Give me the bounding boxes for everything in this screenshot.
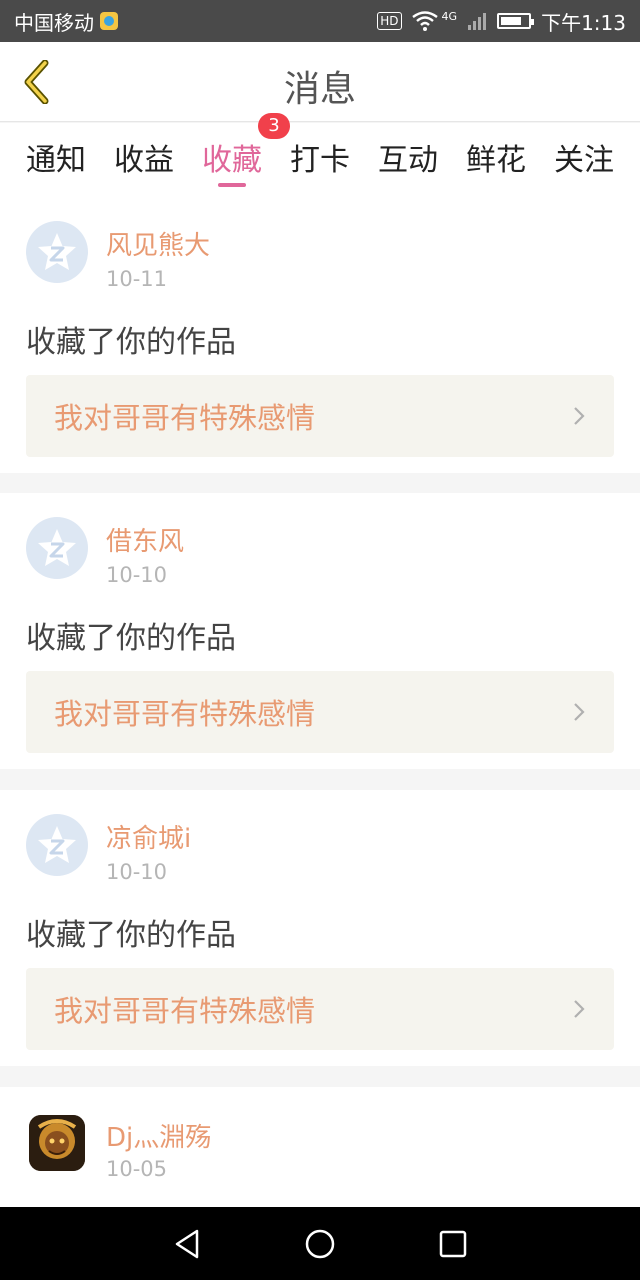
chevron-right-icon — [574, 407, 585, 425]
nav-home-button[interactable] — [300, 1224, 340, 1264]
carrier-name: 中国移动 — [14, 10, 94, 35]
tab-label: 互动 — [378, 143, 438, 178]
chevron-right-icon — [574, 1000, 585, 1018]
tab-label: 收藏 — [202, 143, 262, 178]
system-navigation-bar — [0, 1207, 640, 1280]
tab-label: 通知 — [26, 143, 86, 178]
message-card: 风见熊大 10-11 收藏了你的作品 我对哥哥有特殊感情 — [0, 197, 640, 473]
work-link[interactable]: 我对哥哥有特殊感情 — [26, 671, 614, 753]
page-title: 消息 — [283, 69, 356, 110]
active-tab-indicator — [218, 183, 246, 187]
work-title: 我对哥哥有特殊感情 — [54, 697, 316, 731]
default-avatar-star-icon — [38, 529, 76, 566]
battery-icon — [497, 13, 535, 29]
nav-back-button[interactable] — [167, 1224, 207, 1264]
hd-badge: HD — [377, 12, 402, 30]
status-time: 下午1:13 — [541, 10, 626, 35]
tab-checkin[interactable]: 打卡 — [290, 123, 350, 197]
status-bar: 中国移动 HD 4G 下午1:13 — [0, 0, 640, 42]
wifi-icon — [411, 11, 438, 31]
user-name[interactable]: 风见熊大 — [106, 225, 210, 262]
action-text: 收藏了你的作品 — [26, 325, 236, 360]
chevron-right-icon — [574, 703, 585, 721]
work-title: 我对哥哥有特殊感情 — [54, 401, 316, 435]
message-date: 10-10 — [106, 860, 168, 884]
tab-label: 鲜花 — [466, 143, 526, 178]
message-date: 10-10 — [106, 563, 168, 587]
action-text: 收藏了你的作品 — [26, 621, 236, 656]
tab-bar: 通知 收益 收藏 3 打卡 互动 鲜花 关注 — [0, 113, 640, 197]
tab-label: 收益 — [114, 143, 174, 178]
message-card: 凉俞城i 10-10 收藏了你的作品 我对哥哥有特殊感情 — [0, 790, 640, 1066]
tab-notifications[interactable]: 通知 — [26, 123, 86, 197]
tab-earnings[interactable]: 收益 — [114, 123, 174, 197]
tab-follow[interactable]: 关注 — [554, 123, 614, 197]
status-icons: HD 4G 下午1:13 — [377, 7, 626, 36]
avatar[interactable] — [26, 814, 88, 876]
message-card: Dj灬淵殇 10-05 — [0, 1087, 640, 1207]
network-type: 4G — [441, 9, 458, 23]
message-date: 10-11 — [106, 267, 168, 291]
action-text: 收藏了你的作品 — [26, 918, 236, 953]
avatar[interactable] — [26, 221, 88, 283]
nav-recents-button[interactable] — [433, 1224, 473, 1264]
user-name[interactable]: 凉俞城i — [106, 818, 191, 855]
default-avatar-star-icon — [38, 826, 76, 863]
message-date: 10-05 — [106, 1157, 168, 1181]
tab-favorites[interactable]: 收藏 3 — [202, 113, 290, 197]
user-avatar-image — [29, 1115, 85, 1171]
triangle-back-icon — [175, 1229, 198, 1258]
top-app-bar: 消息 — [0, 42, 640, 122]
user-name[interactable]: Dj灬淵殇 — [106, 1117, 211, 1154]
carrier: 中国移动 — [14, 7, 118, 36]
work-link[interactable]: 我对哥哥有特殊感情 — [26, 968, 614, 1050]
tab-label: 打卡 — [290, 143, 350, 178]
circle-home-icon — [305, 1229, 335, 1258]
default-avatar-star-icon — [38, 233, 76, 270]
avatar[interactable] — [29, 1115, 85, 1171]
message-card: 借东风 10-10 收藏了你的作品 我对哥哥有特殊感情 — [0, 493, 640, 769]
tab-label: 关注 — [554, 143, 614, 178]
avatar[interactable] — [26, 517, 88, 579]
user-name[interactable]: 借东风 — [106, 521, 184, 558]
signal-icon — [468, 13, 487, 30]
square-recents-icon — [440, 1230, 467, 1257]
tab-flowers[interactable]: 鲜花 — [466, 123, 526, 197]
unread-badge: 3 — [258, 113, 290, 139]
work-link[interactable]: 我对哥哥有特殊感情 — [26, 375, 614, 457]
work-title: 我对哥哥有特殊感情 — [54, 994, 316, 1028]
tab-interaction[interactable]: 互动 — [378, 123, 438, 197]
app-notification-icon — [100, 12, 118, 30]
